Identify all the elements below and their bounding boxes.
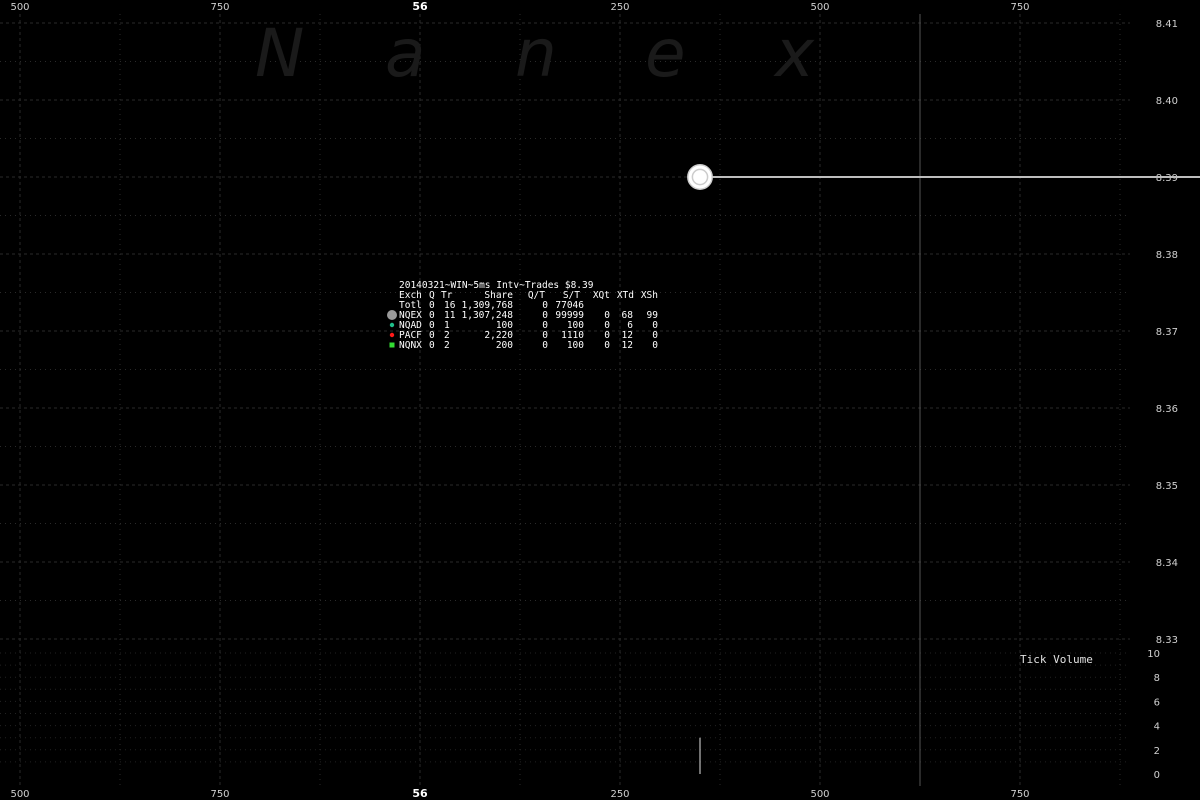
legend-cell: 2 (444, 340, 450, 351)
x-tick-label-top: 56 (412, 0, 428, 13)
price-tick-label: 8.34 (1156, 558, 1178, 569)
volume-tick-label: 4 (1154, 722, 1160, 733)
point-nqex (691, 168, 709, 186)
volume-tick-label: 6 (1154, 697, 1160, 708)
watermark-letter: N (255, 15, 304, 92)
legend-header-cell: XTd (617, 290, 634, 301)
x-tick-label-bottom: 500 (810, 789, 829, 800)
watermark-letter: x (773, 15, 815, 92)
legend-cell: 100 (567, 340, 584, 351)
x-tick-label-top: 750 (210, 2, 229, 13)
watermark-letter: n (515, 15, 557, 92)
legend-cell: 200 (496, 340, 513, 351)
tick-volume-label: Tick Volume (1020, 653, 1093, 666)
legend-marker-nqnx (389, 342, 395, 348)
legend-cell: 0 (604, 340, 610, 351)
legend-marker-nqad (389, 322, 395, 328)
watermark-letter: e (645, 15, 686, 92)
price-tick-label: 8.41 (1156, 19, 1178, 30)
x-tick-label-bottom: 56 (412, 787, 428, 800)
x-tick-label-top: 750 (1010, 2, 1029, 13)
price-tick-label: 8.39 (1156, 173, 1178, 184)
tick-chart: Nanex 5007505625050075057250500750582505… (0, 0, 1200, 800)
price-tick-label: 8.36 (1156, 404, 1178, 415)
legend-header-cell: XSh (641, 290, 658, 301)
legend-header-cell: XQt (593, 290, 610, 301)
x-tick-label-bottom: 750 (210, 789, 229, 800)
price-tick-label: 8.38 (1156, 250, 1178, 261)
watermark-letter: a (385, 15, 425, 92)
legend-cell: 0 (652, 340, 658, 351)
volume-tick-label: 0 (1154, 770, 1160, 781)
legend-cell: 12 (622, 340, 633, 351)
legend-cell: NQNX (399, 340, 422, 351)
legend-cell: 0 (429, 340, 435, 351)
x-tick-label-bottom: 250 (610, 789, 629, 800)
legend-cell: 0 (542, 340, 548, 351)
x-tick-label-top: 250 (610, 2, 629, 13)
x-tick-label-top: 500 (810, 2, 829, 13)
price-tick-label: 8.40 (1156, 96, 1178, 107)
price-tick-label: 8.33 (1156, 635, 1178, 646)
x-tick-label-bottom: 750 (1010, 789, 1029, 800)
volume-tick-label: 8 (1154, 673, 1160, 684)
price-tick-label: 8.35 (1156, 481, 1178, 492)
volume-tick-label: 10 (1147, 649, 1160, 660)
x-tick-label-bottom: 500 (10, 789, 29, 800)
legend-marker-nqex (387, 310, 397, 320)
legend-marker-pacf (389, 332, 395, 338)
volume-tick-label: 2 (1154, 746, 1160, 757)
price-tick-label: 8.37 (1156, 327, 1178, 338)
x-tick-label-top: 500 (10, 2, 29, 13)
